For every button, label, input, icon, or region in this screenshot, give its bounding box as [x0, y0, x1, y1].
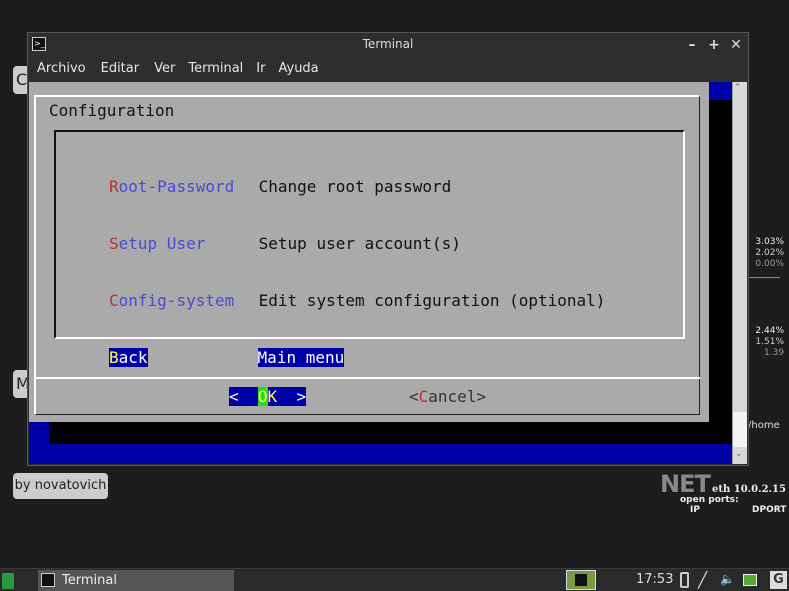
minimize-button[interactable]: –	[684, 37, 700, 53]
terminal-window: >_ Terminal – + ✕ Archivo Editar Ver Termin…	[27, 32, 749, 466]
conky-net-title: NET	[660, 470, 711, 498]
menu-terminal[interactable]: Terminal	[188, 61, 243, 76]
conky-home: /home	[748, 420, 780, 431]
menu-ayuda[interactable]: Ayuda	[278, 61, 318, 76]
menu-item-config-system[interactable]: Config-system Edit system configuration (…	[109, 291, 605, 310]
network-icon[interactable]: ╱	[698, 571, 707, 589]
launcher-terminal-icon[interactable]	[566, 570, 596, 590]
conky-open-ports: open ports:	[680, 495, 739, 505]
scroll-up-icon[interactable]: ⌃	[734, 83, 742, 93]
config-dialog: Configuration Root-Password Change root p…	[29, 82, 709, 422]
conky-dport-col: DPORT	[752, 505, 787, 515]
dialog-shadow-bottom	[49, 422, 732, 444]
taskbar-task-terminal[interactable]: Terminal	[38, 570, 234, 591]
terminal-scrollbar[interactable]: ⌃ ⌄	[732, 82, 747, 464]
scroll-thumb[interactable]	[733, 412, 747, 447]
cancel-button[interactable]: <Cancel>	[409, 387, 486, 406]
volume-icon[interactable]: 🔈	[720, 572, 735, 586]
update-icon[interactable]: G	[770, 571, 787, 589]
maximize-button[interactable]: +	[706, 37, 722, 53]
power-manager-icon[interactable]	[743, 574, 757, 586]
menu-list: Root-Password Change root password Setup …	[109, 139, 605, 405]
menu-item-setup-user[interactable]: Setup User Setup user account(s)	[109, 234, 605, 253]
terminal-icon: >_	[32, 37, 46, 51]
taskbar: Terminal 17:53 ╱ 🔈 G	[0, 568, 789, 591]
ok-button[interactable]: < OK >	[229, 387, 307, 406]
clock[interactable]: 17:53	[636, 572, 673, 587]
menu-ir[interactable]: Ir	[256, 61, 265, 76]
terminal-icon	[41, 573, 55, 587]
menu-item-back[interactable]: Back Main menu	[109, 348, 605, 367]
menu-editar[interactable]: Editar	[101, 61, 140, 76]
dialog-shadow-right	[709, 100, 732, 444]
conky-net-iface: eth 10.0.2.15	[712, 484, 786, 495]
task-label: Terminal	[62, 573, 117, 588]
dialog-title: Configuration	[49, 101, 175, 120]
title-bar[interactable]: >_ Terminal – + ✕	[28, 33, 748, 56]
button-separator	[35, 377, 700, 379]
menu-archivo[interactable]: Archivo	[37, 61, 86, 76]
window-title: Terminal	[362, 37, 414, 51]
battery-icon[interactable]	[680, 572, 689, 588]
scroll-down-icon[interactable]: ⌄	[735, 449, 743, 459]
credit-button[interactable]: by novatovich	[13, 473, 108, 499]
divider	[748, 277, 780, 278]
menu-item-root-password[interactable]: Root-Password Change root password	[109, 177, 605, 196]
terminal-screen[interactable]: q Configuration Root-PasswordChange root…	[29, 82, 732, 464]
close-button[interactable]: ✕	[728, 37, 744, 53]
menu-ver[interactable]: Ver	[154, 61, 175, 76]
menu-bar: Archivo Editar Ver Terminal Ir Ayuda	[28, 56, 748, 81]
start-menu-icon[interactable]	[2, 573, 14, 589]
conky-ip-col: IP	[690, 505, 700, 515]
